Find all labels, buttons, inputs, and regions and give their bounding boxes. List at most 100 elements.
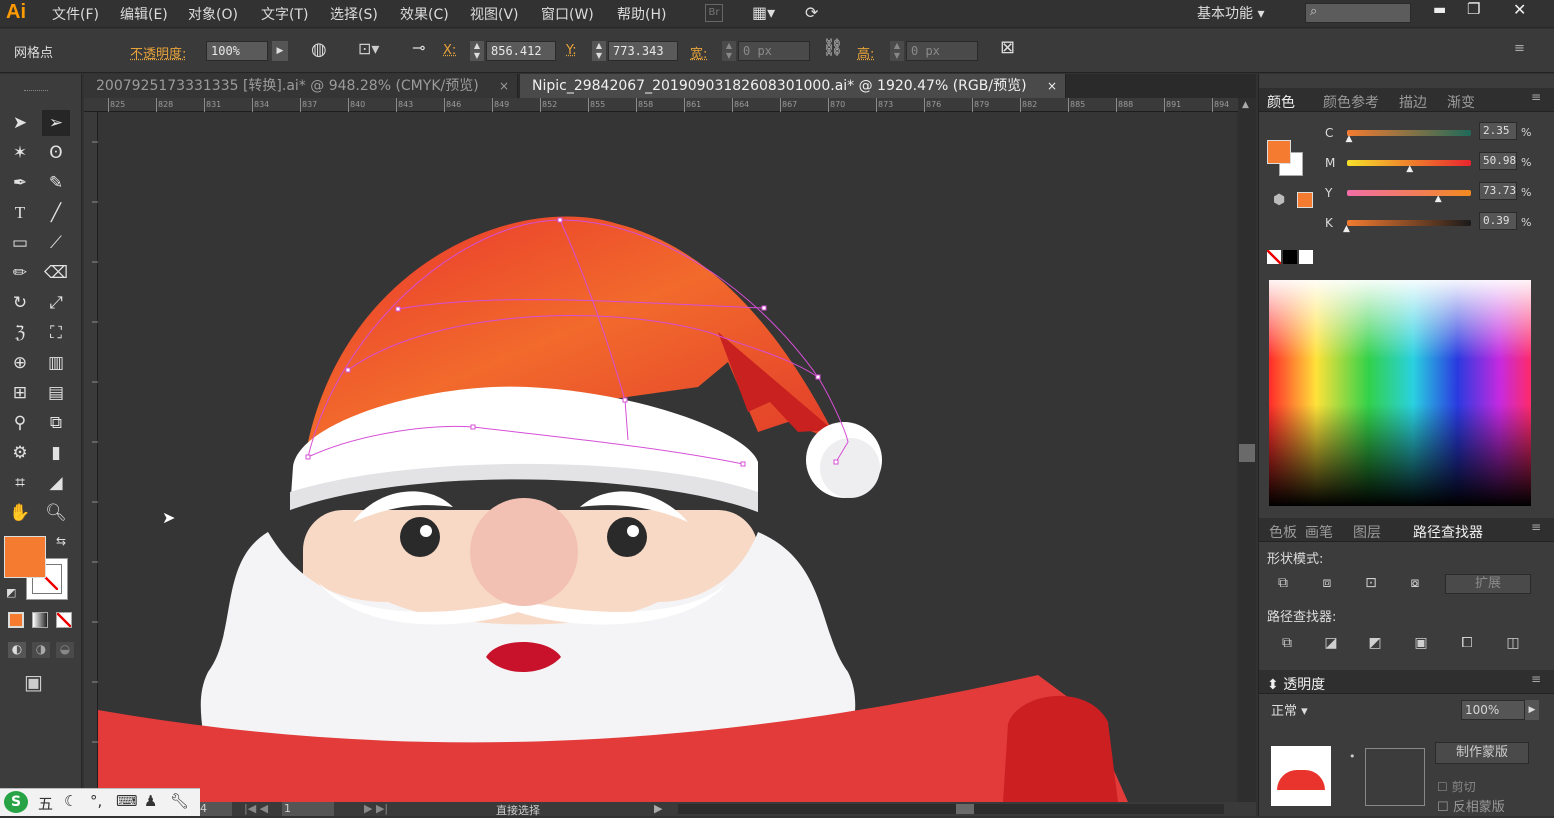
isolate-icon[interactable]: ⊠ [1000, 37, 1015, 58]
toolbox-grip[interactable] [24, 90, 48, 94]
clip-checkbox[interactable]: ☐ 剪切 [1437, 778, 1476, 795]
intersect-icon[interactable]: ⊡ [1359, 572, 1383, 594]
mesh-tool-icon[interactable]: ⊞ [6, 380, 34, 406]
menu-view[interactable]: 视图(V) [470, 4, 519, 24]
zoom-tool-icon[interactable]: 🔍︎ [42, 500, 70, 526]
tab-stroke[interactable]: 描边 [1399, 92, 1427, 112]
menu-window[interactable]: 窗口(W) [541, 4, 594, 24]
line-tool-icon[interactable]: ╱ [42, 200, 70, 226]
free-transform-tool-icon[interactable]: ⛶ [42, 320, 70, 346]
vertical-scrollbar[interactable]: ▲ [1238, 98, 1256, 802]
ime-mode-label[interactable]: 五 [38, 793, 53, 814]
curvature-tool-icon[interactable]: ✎ [42, 170, 70, 196]
unite-icon[interactable]: ⧉ [1271, 572, 1295, 594]
tab-color-guide[interactable]: 颜色参考 [1323, 92, 1379, 112]
tab-document-1[interactable]: 2007925173331335 [转换].ai* @ 948.28% (CMY… [84, 74, 518, 98]
crop-icon[interactable]: ▣ [1409, 632, 1433, 654]
channel-k-value[interactable]: 0.39 [1479, 212, 1517, 230]
opacity-arrow-icon[interactable]: ▶ [272, 41, 288, 61]
menu-type[interactable]: 文字(T) [261, 4, 308, 24]
out-of-gamut-icon[interactable]: ⬢ [1273, 192, 1285, 208]
artboard-canvas[interactable]: ➤ [98, 112, 1236, 802]
punctuation-icon[interactable]: °, [90, 792, 102, 810]
menu-select[interactable]: 选择(S) [330, 4, 378, 24]
trim-icon[interactable]: ◪ [1319, 632, 1343, 654]
keyboard-icon[interactable]: ⌨ [116, 792, 138, 810]
draw-behind-icon[interactable]: ◑ [32, 642, 50, 658]
restore-icon[interactable]: ❐ [1467, 0, 1480, 18]
tab-brushes[interactable]: 画笔 [1305, 522, 1333, 542]
paintbrush-tool-icon[interactable]: ⟋ [42, 230, 70, 256]
color-mode-icon[interactable] [8, 612, 24, 628]
draw-inside-icon[interactable]: ◒ [56, 642, 74, 658]
close-icon[interactable]: ✕ [1513, 0, 1526, 19]
menu-help[interactable]: 帮助(H) [617, 4, 666, 24]
scroll-up-icon[interactable]: ▲ [1242, 100, 1249, 110]
color-panel-menu-icon[interactable]: ≡ [1531, 90, 1541, 104]
column-graph-tool-icon[interactable]: ▮ [42, 440, 70, 466]
tab-pathfinder[interactable]: 路径查找器 [1413, 522, 1483, 542]
pathfinder-menu-icon[interactable]: ≡ [1531, 520, 1541, 534]
merge-icon[interactable]: ◩ [1363, 632, 1387, 654]
layer-thumbnail[interactable] [1271, 746, 1331, 806]
horizontal-ruler[interactable]: 825 828 831 834 837 840 843 846 849 852 855 858 861 8… [84, 98, 1240, 112]
gamut-swatch[interactable] [1297, 192, 1313, 208]
control-menu-icon[interactable]: ≡ [1514, 41, 1525, 56]
arrange-documents-icon[interactable]: ▦▾ [752, 3, 775, 22]
horizontal-scroll-thumb[interactable] [956, 804, 974, 814]
tab-document-1-close-icon[interactable]: × [499, 74, 509, 98]
screen-mode-icon[interactable]: ▣ [24, 670, 43, 694]
opacity-label[interactable]: 不透明度: [130, 43, 186, 62]
user-icon[interactable]: ♟ [144, 792, 157, 810]
reference-point-icon[interactable]: ⊡▾ [358, 39, 379, 58]
status-menu-icon[interactable]: ▶ [654, 802, 662, 815]
search-input[interactable]: ⌕ [1305, 3, 1411, 23]
vertical-ruler[interactable] [84, 112, 98, 802]
width-stepper-icon[interactable]: ▲ ▼ [722, 41, 736, 61]
channel-k-slider[interactable] [1347, 220, 1471, 226]
width-field[interactable]: 0 px [738, 41, 810, 61]
artboard-tool-icon[interactable]: ⌗ [6, 470, 34, 496]
tab-color[interactable]: 颜色 [1267, 92, 1295, 112]
tab-swatches[interactable]: 色板 [1269, 522, 1297, 542]
opacity-field[interactable]: 100% [206, 41, 268, 61]
scale-tool-icon[interactable]: ⤢ [42, 290, 70, 316]
magic-wand-tool-icon[interactable]: ✶ [6, 140, 34, 166]
blend-tool-icon[interactable]: ⧉ [42, 410, 70, 436]
height-field[interactable]: 0 px [906, 41, 978, 61]
mask-thumbnail[interactable] [1365, 748, 1425, 806]
menu-file[interactable]: 文件(F) [52, 4, 99, 24]
exclude-icon[interactable]: ⧇ [1403, 572, 1427, 594]
white-swatch[interactable] [1299, 250, 1313, 264]
channel-y-value[interactable]: 73.73 [1479, 182, 1517, 200]
channel-y-thumb[interactable]: ▲ [1435, 194, 1442, 204]
invert-mask-checkbox[interactable]: ☐ 反相蒙版 [1437, 796, 1505, 815]
pencil-tool-icon[interactable]: ✏ [6, 260, 34, 286]
minimize-icon[interactable]: ▬ [1433, 2, 1446, 18]
none-swatch[interactable] [1267, 250, 1281, 264]
menu-object[interactable]: 对象(O) [188, 4, 238, 24]
tools-icon[interactable]: 🔧︎ [170, 792, 189, 810]
pen-tool-icon[interactable]: ✒ [6, 170, 34, 196]
make-mask-button[interactable]: 制作蒙版 [1435, 742, 1529, 764]
y-field[interactable]: 773.343 [608, 41, 678, 61]
scroll-thumb[interactable] [1239, 444, 1255, 462]
rotate-tool-icon[interactable]: ↻ [6, 290, 34, 316]
tab-layers[interactable]: 图层 [1353, 522, 1381, 542]
half-width-icon[interactable]: ☾ [64, 792, 77, 810]
sogou-logo-icon[interactable]: S [4, 791, 28, 813]
color-spectrum[interactable] [1269, 280, 1531, 506]
tab-document-2[interactable]: Nipic_29842067_20190903182608301000.ai* … [520, 74, 1066, 98]
eraser-tool-icon[interactable]: ⌫ [42, 260, 70, 286]
outline-icon[interactable]: ⧠ [1455, 632, 1479, 654]
mask-link-icon[interactable]: • [1349, 750, 1356, 763]
tab-document-2-close-icon[interactable]: × [1047, 74, 1057, 98]
none-mode-icon[interactable] [56, 612, 72, 628]
gradient-mode-icon[interactable] [32, 612, 48, 628]
constrain-proportions-icon[interactable]: ⛓ [822, 38, 844, 58]
workspace-switcher[interactable]: 基本功能 ▾ [1197, 3, 1264, 23]
panel-fill-swatch[interactable] [1267, 140, 1291, 164]
slice-tool-icon[interactable]: ◢ [42, 470, 70, 496]
selection-tool-icon[interactable]: ➤ [6, 110, 34, 136]
transparency-opacity-field[interactable]: 100% [1461, 700, 1525, 720]
